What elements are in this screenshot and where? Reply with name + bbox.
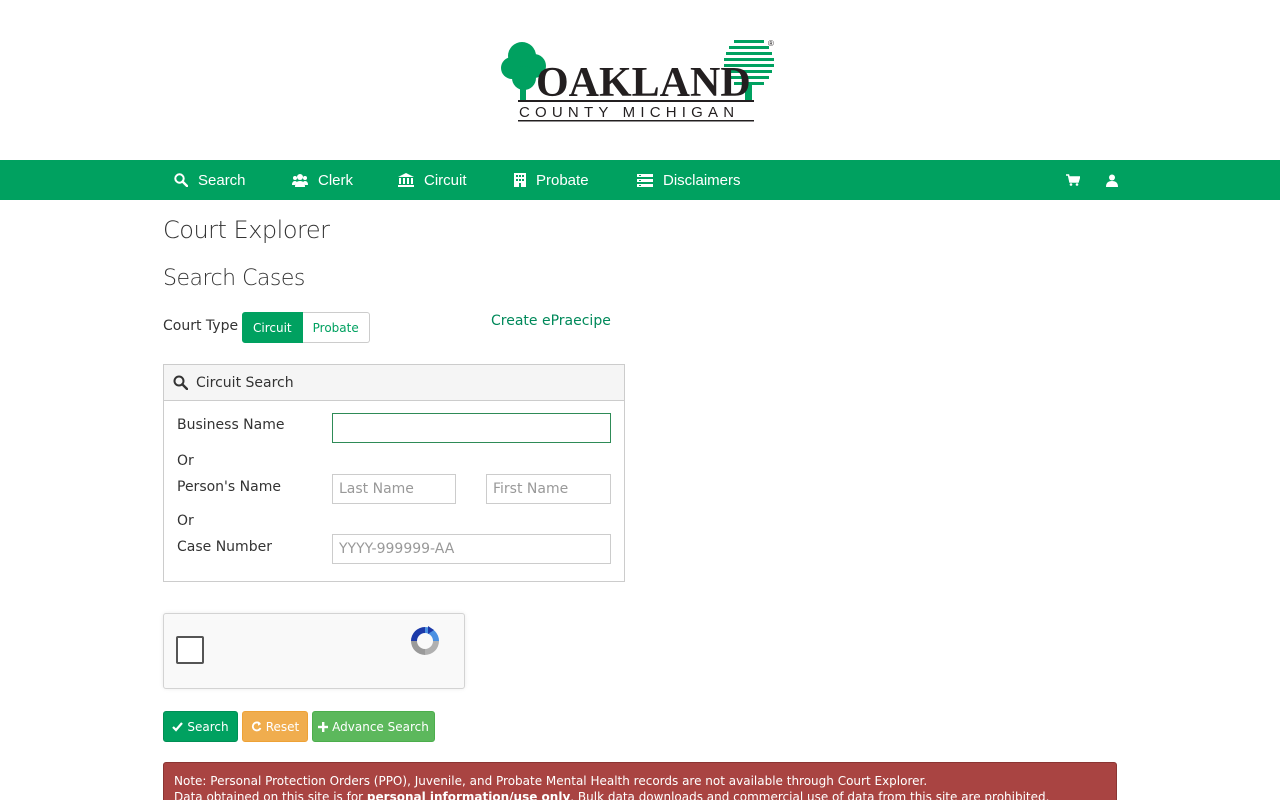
page-header: OAKLAND COUNTY MICHIGAN ® xyxy=(0,0,1280,160)
alert-line-2: Data obtained on this site is for person… xyxy=(174,789,1106,800)
reset-button[interactable]: Reset xyxy=(242,711,308,742)
alert-line-2-bold: personal information/use only xyxy=(366,790,571,800)
nav-probate-label: Probate xyxy=(536,171,589,189)
or-label: Or xyxy=(177,453,194,469)
logo-name: OAKLAND xyxy=(536,60,751,106)
data-usage-alert: Note: Personal Protection Orders (PPO), … xyxy=(163,762,1117,800)
user-account-button[interactable] xyxy=(1106,160,1128,200)
nav-search[interactable]: Search xyxy=(174,160,246,200)
case-number-input[interactable] xyxy=(332,534,611,564)
nav-clerk-label: Clerk xyxy=(318,171,354,189)
shopping-cart-icon xyxy=(1066,174,1080,186)
cart-button[interactable] xyxy=(1066,160,1090,200)
nav-disclaimers[interactable]: Disclaimers xyxy=(637,160,741,200)
recaptcha-checkbox[interactable] xyxy=(176,636,204,664)
nav-probate[interactable]: Probate xyxy=(514,160,589,200)
panel-heading: Circuit Search xyxy=(164,365,624,401)
building-icon xyxy=(514,173,526,187)
page-title: Court Explorer xyxy=(163,216,330,244)
nav-clerk[interactable]: Clerk xyxy=(292,160,353,200)
alert-line-2-post: . Bulk data downloads and commercial use… xyxy=(570,790,1050,800)
search-icon xyxy=(174,173,188,187)
refresh-icon xyxy=(251,721,262,732)
section-title: Search Cases xyxy=(163,266,305,291)
court-type-label: Court Type xyxy=(163,318,239,334)
recaptcha-widget xyxy=(163,613,465,689)
circuit-search-panel: Circuit Search Business Name Or Person's… xyxy=(163,364,625,582)
nav-circuit-label: Circuit xyxy=(424,171,467,189)
plus-icon xyxy=(318,721,329,732)
create-epraecipe-link[interactable]: Create ePraecipe xyxy=(491,313,611,329)
nav-circuit[interactable]: Circuit xyxy=(398,160,467,200)
first-name-input[interactable] xyxy=(486,474,611,504)
main-navbar: Search Clerk Circuit Probate Disclaimers xyxy=(0,160,1280,200)
panel-title: Circuit Search xyxy=(196,374,294,391)
court-type-probate-button[interactable]: Probate xyxy=(302,312,370,343)
user-icon xyxy=(1106,174,1118,187)
search-button[interactable]: Search xyxy=(163,711,238,742)
nav-search-label: Search xyxy=(198,171,246,189)
logo-registered: ® xyxy=(768,39,774,48)
nav-disclaimers-label: Disclaimers xyxy=(663,171,741,189)
alert-line-1: Note: Personal Protection Orders (PPO), … xyxy=(174,774,928,788)
advance-search-button-label: Advance Search xyxy=(332,719,429,734)
oakland-county-logo[interactable]: OAKLAND COUNTY MICHIGAN ® xyxy=(500,36,780,124)
recaptcha-logo-icon xyxy=(408,624,442,662)
bank-icon xyxy=(398,173,414,187)
users-icon xyxy=(292,174,308,187)
reset-button-label: Reset xyxy=(265,719,300,734)
list-icon xyxy=(637,174,653,187)
last-name-input[interactable] xyxy=(332,474,456,504)
case-number-label: Case Number xyxy=(177,539,272,555)
advance-search-button[interactable]: Advance Search xyxy=(312,711,435,742)
alert-line-2-pre: Data obtained on this site is for xyxy=(174,790,367,800)
search-button-label: Search xyxy=(187,719,229,734)
check-icon xyxy=(172,721,184,732)
business-name-label: Business Name xyxy=(177,417,285,433)
court-type-circuit-button[interactable]: Circuit xyxy=(242,312,303,343)
or-label: Or xyxy=(177,513,194,529)
search-icon xyxy=(173,375,188,390)
business-name-input[interactable] xyxy=(332,413,611,443)
persons-name-label: Person's Name xyxy=(177,479,281,495)
court-type-toggle: Circuit Probate xyxy=(242,312,370,343)
logo-subtitle: COUNTY MICHIGAN xyxy=(519,104,739,121)
